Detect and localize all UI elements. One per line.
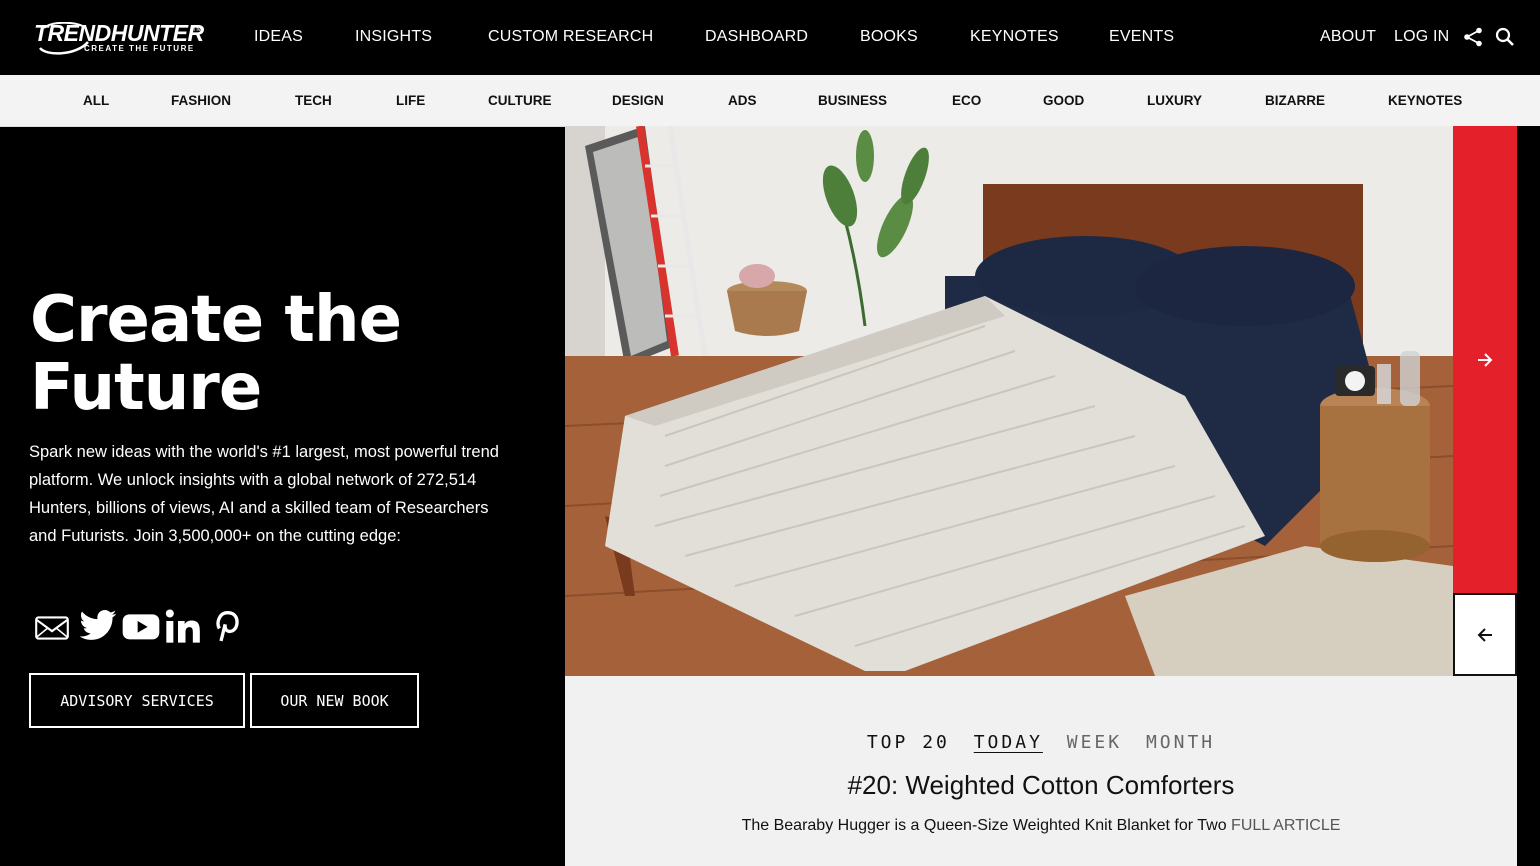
nav-insights[interactable]: INSIGHTS xyxy=(355,28,432,46)
category-good[interactable]: GOOD xyxy=(1043,93,1084,108)
category-culture[interactable]: CULTURE xyxy=(488,93,552,108)
full-article-link[interactable]: FULL ARTICLE xyxy=(1231,817,1340,834)
nav-dashboard[interactable]: DASHBOARD xyxy=(705,28,808,46)
logo-trademark: TM xyxy=(192,26,203,33)
category-tech[interactable]: TECH xyxy=(295,93,332,108)
category-design[interactable]: DESIGN xyxy=(612,93,664,108)
bedroom-photo xyxy=(565,126,1453,676)
category-bizarre[interactable]: BIZARRE xyxy=(1265,93,1325,108)
nav-events[interactable]: EVENTS xyxy=(1109,28,1174,46)
hero-description: Spark new ideas with the world's #1 larg… xyxy=(29,443,499,545)
nav-ideas[interactable]: IDEAS xyxy=(254,28,303,46)
top20-label: TOP 20 xyxy=(866,732,950,753)
twitter-icon[interactable] xyxy=(78,606,118,646)
arrow-right-icon xyxy=(1478,353,1493,367)
category-all[interactable]: ALL xyxy=(83,93,109,108)
tab-week[interactable]: WEEK xyxy=(1067,732,1122,753)
hero-title: Create the Future xyxy=(30,286,510,422)
share-icon[interactable] xyxy=(1463,27,1483,47)
category-keynotes[interactable]: KEYNOTES xyxy=(1388,93,1462,108)
top20-panel: TOP 20 TODAY WEEK MONTH #20: Weighted Co… xyxy=(565,676,1517,866)
category-ads[interactable]: ADS xyxy=(728,93,757,108)
tab-today[interactable]: TODAY xyxy=(974,732,1043,753)
search-icon[interactable] xyxy=(1495,27,1515,47)
article-title[interactable]: #20: Weighted Cotton Comforters xyxy=(565,770,1517,801)
nav-keynotes[interactable]: KEYNOTES xyxy=(970,28,1059,46)
hero-title-line-2: Future xyxy=(30,351,262,425)
linkedin-icon[interactable] xyxy=(163,606,203,646)
tab-month[interactable]: MONTH xyxy=(1146,732,1215,753)
category-business[interactable]: BUSINESS xyxy=(818,93,887,108)
category-bar: ALL FASHION TECH LIFE CULTURE DESIGN ADS… xyxy=(0,75,1540,127)
right-edge-bar xyxy=(1517,126,1540,866)
category-eco[interactable]: ECO xyxy=(952,93,981,108)
category-life[interactable]: LIFE xyxy=(396,93,425,108)
category-luxury[interactable]: LUXURY xyxy=(1147,93,1202,108)
slider-next-button[interactable] xyxy=(1453,320,1517,400)
advisory-services-button[interactable]: ADVISORY SERVICES xyxy=(29,673,245,728)
nav-about[interactable]: ABOUT xyxy=(1320,28,1376,46)
pinterest-icon[interactable] xyxy=(206,606,246,646)
mail-icon[interactable] xyxy=(32,608,72,648)
our-new-book-button[interactable]: OUR NEW BOOK xyxy=(250,673,419,728)
arrow-left-icon xyxy=(1477,627,1492,642)
trendhunter-logo[interactable]: TRENDHUNTER TM CREATE THE FUTURE xyxy=(34,18,204,58)
article-subtitle: The Bearaby Hugger is a Queen-Size Weigh… xyxy=(565,817,1517,835)
logo-wordmark: TRENDHUNTER xyxy=(34,20,204,46)
top-navigation: TRENDHUNTER TM CREATE THE FUTURE IDEAS I… xyxy=(0,0,1540,75)
top20-tabs: TOP 20 TODAY WEEK MONTH xyxy=(565,732,1517,753)
nav-custom-research[interactable]: CUSTOM RESEARCH xyxy=(488,28,653,46)
slider-prev-button[interactable] xyxy=(1453,593,1517,676)
logo-tagline: CREATE THE FUTURE xyxy=(84,44,195,53)
featured-article-image[interactable] xyxy=(565,126,1453,676)
hero-title-line-1: Create the xyxy=(30,283,402,357)
youtube-icon[interactable] xyxy=(121,606,161,646)
nav-login[interactable]: LOG IN xyxy=(1394,28,1449,46)
article-subtitle-text: The Bearaby Hugger is a Queen-Size Weigh… xyxy=(741,817,1227,834)
category-fashion[interactable]: FASHION xyxy=(171,93,231,108)
nav-books[interactable]: BOOKS xyxy=(860,28,918,46)
